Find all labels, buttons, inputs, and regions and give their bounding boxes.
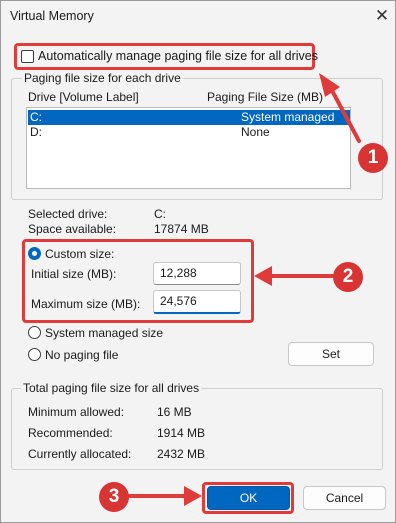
annotation-arrowhead-2 — [254, 266, 272, 286]
annotation-badge-3: 3 — [99, 482, 129, 512]
annotation-arrowhead-3 — [184, 486, 202, 506]
virtual-memory-dialog: Virtual Memory ✕ Automatically manage pa… — [0, 0, 396, 523]
annotation-arrows — [124, 73, 361, 506]
annotation-badge-1: 1 — [358, 143, 388, 173]
annotation-arrowhead-1 — [319, 73, 340, 97]
annotation-badge-2: 2 — [333, 262, 363, 292]
